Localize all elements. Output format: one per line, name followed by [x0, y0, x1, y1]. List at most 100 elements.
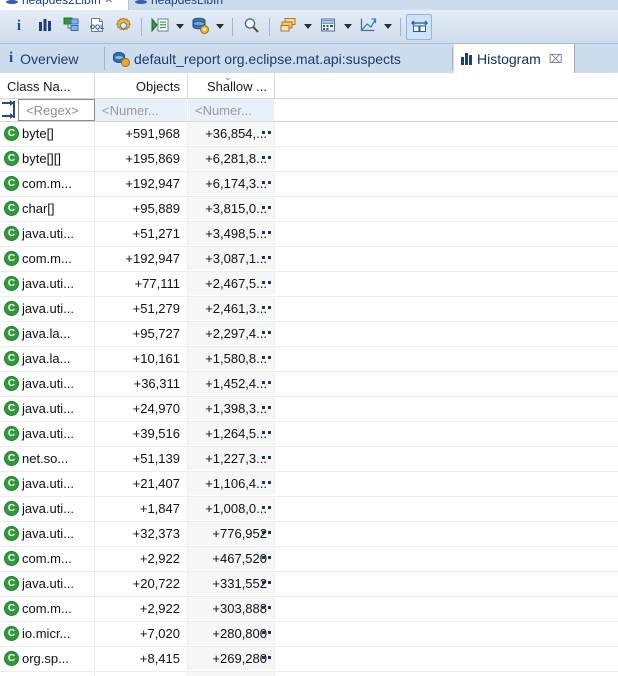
cell-class-name: com.m...	[0, 597, 95, 620]
close-icon[interactable]: ⌧	[549, 52, 563, 66]
dominator-tree-icon	[63, 17, 80, 36]
cell-objects: +95,727	[95, 322, 188, 345]
row-overflow-dots-icon	[262, 481, 271, 484]
cell-filler	[275, 172, 618, 195]
cell-filler	[275, 297, 618, 320]
column-header-label: Class Na...	[7, 78, 71, 94]
histogram-bars-icon	[461, 52, 472, 65]
table-row[interactable]: Cbyte[] +591,968 +36,854,...	[0, 122, 618, 147]
table-row[interactable]: Ccom.m... +192,947 +3,087,1...	[0, 247, 618, 272]
row-overflow-dots-icon	[262, 631, 271, 634]
calculator-dropdown-arrow[interactable]	[341, 14, 355, 40]
row-overflow-dots-icon	[262, 281, 271, 284]
filter-input-objects[interactable]: <Numer...	[95, 99, 188, 121]
view-tab-row: i Overview default_report org.eclipse.ma…	[0, 44, 618, 74]
cell-class-name: java.uti...	[0, 522, 95, 545]
cell-shallow-heap: +259,952	[188, 672, 275, 676]
filter-filler	[275, 99, 618, 121]
editor-tab-heapdeslibin[interactable]: heapdesLibIn	[128, 0, 618, 10]
table-row[interactable]: Cbyte[][] +195,869 +6,281,8...	[0, 147, 618, 172]
table-row[interactable]: Cjava.uti... +51,279 +2,461,3...	[0, 297, 618, 322]
column-header-label: Objects	[135, 78, 180, 94]
table-row[interactable]: Cjava.uti... +36,311 +1,452,4...	[0, 372, 618, 397]
table-row[interactable]: Cjava.uti... +32,373 +776,952	[0, 522, 618, 547]
filter-placeholder: <Numer...	[102, 102, 159, 118]
cell-objects: +10,161	[95, 347, 188, 370]
table-row[interactable]: Corg.sp... +8,415 +269,280	[0, 647, 618, 672]
cell-filler	[275, 522, 618, 545]
table-row[interactable]: Ccom.m... +2,922 +303,888	[0, 597, 618, 622]
table-row[interactable]: Cjava.uti... +21,407 +1,106,4...	[0, 472, 618, 497]
column-header-objects[interactable]: Objects	[95, 74, 188, 98]
tab-default-report-suspects[interactable]: default_report org.eclipse.mat.api:suspe…	[106, 44, 452, 73]
table-row[interactable]: Cjava.uti...+16,247+259,952	[0, 672, 618, 676]
heap-dump-icon	[135, 0, 147, 5]
cell-filler	[275, 247, 618, 270]
export-button[interactable]	[355, 14, 381, 40]
overview-info-button[interactable]: i	[6, 14, 32, 40]
group-by-button[interactable]	[275, 14, 301, 40]
query-browser-dropdown-arrow[interactable]	[213, 14, 227, 40]
table-row[interactable]: Cio.micr... +7,020 +280,800	[0, 622, 618, 647]
sort-descending-icon: ⌄	[224, 74, 232, 82]
filter-placeholder: <Numer...	[195, 102, 252, 118]
column-header-class-name[interactable]: Class Na...	[0, 74, 95, 98]
query-browser-button[interactable]	[187, 14, 213, 40]
histogram-button[interactable]	[32, 14, 58, 40]
editor-tab-heapdes2libin[interactable]: heapdes2LibIn ✕	[0, 0, 128, 10]
cell-class-name: com.m...	[0, 172, 95, 195]
run-expert-system-button[interactable]	[147, 14, 173, 40]
histogram-table: Class Na... Objects ⌄ Shallow ... <Regex…	[0, 74, 618, 676]
cell-class-name: java.uti...	[0, 272, 95, 295]
table-row[interactable]: Cchar[] +95,889 +3,815,0...	[0, 197, 618, 222]
table-row[interactable]: Cjava.la... +95,727 +2,297,4...	[0, 322, 618, 347]
oql-button[interactable]: OQL	[84, 14, 110, 40]
table-row[interactable]: Cjava.uti... +1,847 +1,008,0...	[0, 497, 618, 522]
row-overflow-dots-icon	[262, 256, 271, 259]
cell-filler	[275, 147, 618, 170]
run-expert-system-dropdown-arrow[interactable]	[173, 14, 187, 40]
cell-objects: +7,020	[95, 622, 188, 645]
regex-filter-icon-bar	[13, 101, 15, 118]
cell-class-name: java.uti...	[0, 497, 95, 520]
cell-class-name: net.so...	[0, 447, 95, 470]
heap-dump-icon	[6, 0, 18, 5]
inspector-button[interactable]	[110, 14, 136, 40]
cell-objects: +8,415	[95, 647, 188, 670]
tab-overview-label: Overview	[20, 50, 79, 67]
tab-divider	[104, 47, 105, 70]
table-row[interactable]: Cjava.uti... +24,970 +1,398,3...	[0, 397, 618, 422]
cell-class-name: org.sp...	[0, 647, 95, 670]
column-header-shallow-heap[interactable]: ⌄ Shallow ...	[188, 74, 275, 98]
find-button[interactable]	[238, 14, 264, 40]
table-row[interactable]: Cjava.uti... +39,516 +1,264,5...	[0, 422, 618, 447]
compare-to-baseline-button[interactable]	[406, 13, 432, 40]
table-row[interactable]: Cjava.la... +10,161 +1,580,8...	[0, 347, 618, 372]
tab-overview[interactable]: i Overview	[0, 44, 104, 73]
table-header-row: Class Na... Objects ⌄ Shallow ...	[0, 74, 618, 99]
table-row[interactable]: Ccom.m... +192,947 +6,174,3...	[0, 172, 618, 197]
table-row[interactable]: Cjava.uti... +51,271 +3,498,5...	[0, 222, 618, 247]
export-dropdown-arrow[interactable]	[381, 14, 395, 40]
tab-histogram[interactable]: Histogram ⌧	[454, 44, 575, 73]
row-overflow-dots-icon	[262, 181, 271, 184]
cell-objects: +192,947	[95, 247, 188, 270]
table-row[interactable]: Ccom.m... +2,922 +467,520	[0, 547, 618, 572]
cell-objects: +39,516	[95, 422, 188, 445]
cell-objects: +2,922	[95, 597, 188, 620]
cell-objects: +16,247	[95, 672, 188, 676]
row-overflow-dots-icon	[262, 231, 271, 234]
group-by-dropdown-arrow[interactable]	[301, 14, 315, 40]
calculator-button[interactable]	[315, 14, 341, 40]
row-overflow-dots-icon	[262, 306, 271, 309]
dominator-tree-button[interactable]	[58, 14, 84, 40]
row-overflow-dots-icon	[262, 156, 271, 159]
cell-filler	[275, 422, 618, 445]
table-row[interactable]: Cjava.uti... +20,722 +331,552	[0, 572, 618, 597]
filter-input-shallow-heap[interactable]: <Numer...	[188, 99, 275, 121]
filter-input-class-name[interactable]: <Regex>	[18, 99, 95, 121]
table-row[interactable]: Cnet.so... +51,139 +1,227,3...	[0, 447, 618, 472]
table-row[interactable]: Cjava.uti... +77,111 +2,467,5...	[0, 272, 618, 297]
cell-class-name: char[]	[0, 197, 95, 220]
close-icon[interactable]: ✕	[105, 0, 113, 6]
